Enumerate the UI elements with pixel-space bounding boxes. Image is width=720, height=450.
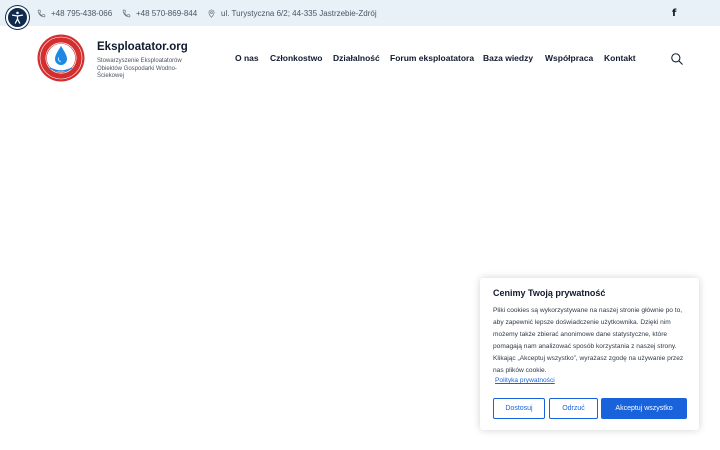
nav-item-kontakt[interactable]: Kontakt: [604, 53, 636, 65]
nav-item-o-nas[interactable]: O nas: [235, 53, 259, 65]
nav-item-wspolpraca[interactable]: Współpraca: [545, 53, 593, 65]
search-icon[interactable]: [670, 52, 684, 66]
reject-button[interactable]: Odrzuć: [549, 398, 598, 419]
phone-icon: [122, 9, 131, 17]
address-text: ul. Turystyczna 6/2; 44-335 Jastrzebie-Z…: [221, 8, 377, 18]
accessibility-button[interactable]: [6, 6, 29, 29]
cookie-consent-banner: Cenimy Twoją prywatność Pliki cookies są…: [480, 278, 699, 430]
address-contact: ul. Turystyczna 6/2; 44-335 Jastrzebie-Z…: [207, 0, 377, 26]
phone-contact-1[interactable]: +48 795-438-066: [37, 0, 112, 26]
nav-item-baza-wiedzy[interactable]: Baza wiedzy: [483, 53, 533, 65]
top-info-bar: +48 795-438-066 +48 570-869-844 ul. Tury…: [0, 0, 720, 26]
phone-number-2: +48 570-869-844: [136, 8, 198, 18]
nav-item-czlonkostwo[interactable]: Członkostwo: [270, 53, 322, 65]
phone-icon: [37, 9, 46, 17]
phone-contact-2[interactable]: +48 570-869-844: [122, 0, 197, 26]
cookie-title: Cenimy Twoją prywatność: [493, 288, 606, 298]
customize-button[interactable]: Dostosuj: [493, 398, 545, 419]
cookie-description: Pliki cookies są wykorzystywane na nasze…: [493, 307, 684, 374]
location-pin-icon: [208, 9, 215, 18]
facebook-icon[interactable]: f: [672, 0, 676, 26]
site-title[interactable]: Eksploatator.org: [97, 41, 188, 53]
site-subtitle: Stowarzyszenie Eksploatatorów Obiektów G…: [97, 58, 182, 80]
water-drop-logo[interactable]: [37, 34, 85, 82]
nav-item-forum[interactable]: Forum eksploatatora: [390, 53, 474, 65]
privacy-policy-link[interactable]: Polityka prywatności: [495, 377, 555, 384]
accessibility-icon: [11, 11, 24, 24]
phone-number-1: +48 795-438-066: [51, 8, 113, 18]
accept-all-button[interactable]: Akceptuj wszystko: [601, 398, 687, 419]
nav-item-dzialalnosc[interactable]: Działalność: [333, 53, 380, 65]
